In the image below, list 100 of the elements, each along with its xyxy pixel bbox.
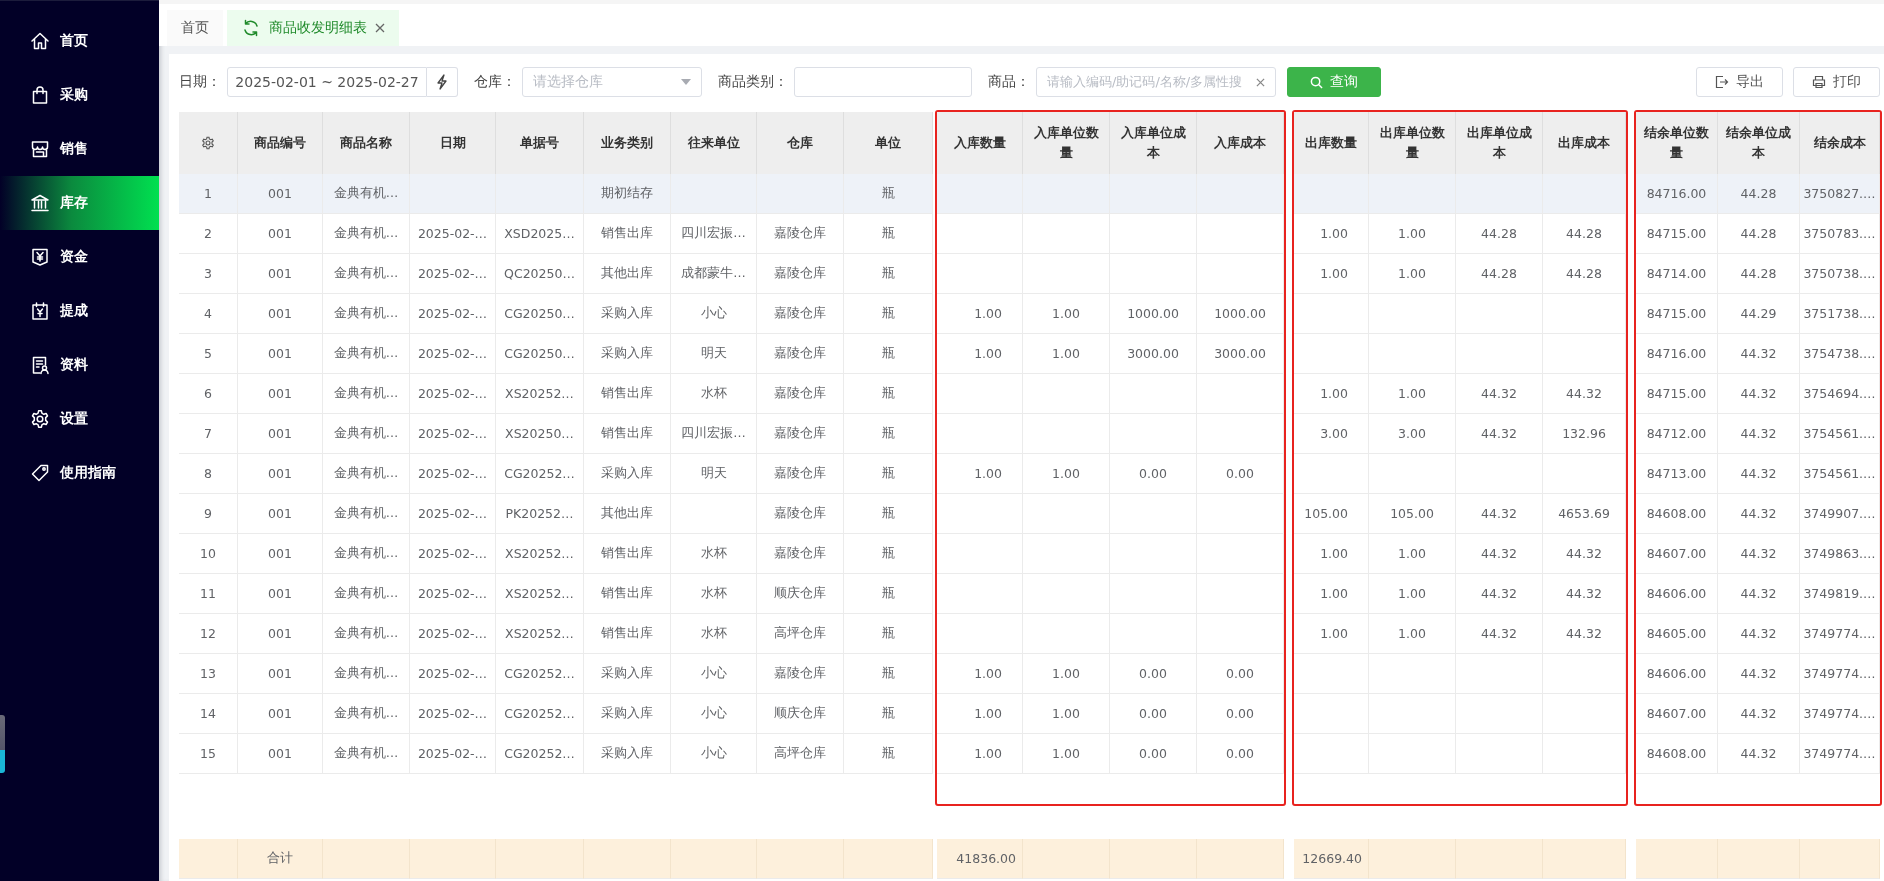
table-cell: 11 xyxy=(179,574,238,614)
field-label: 商品： xyxy=(988,73,1030,91)
sidebar-item[interactable]: 销售 xyxy=(0,122,159,176)
side-handle[interactable] xyxy=(0,715,5,773)
sidebar-item[interactable]: 提成 xyxy=(0,284,159,338)
field-label: 仓库： xyxy=(474,73,516,91)
date-range-field[interactable]: 2025-02-01 ~ 2025-02-27 xyxy=(227,67,427,97)
tab[interactable]: 首页 xyxy=(167,10,223,46)
table-cell: 8 xyxy=(179,454,238,494)
table-cell: 采购入库 xyxy=(584,334,671,374)
table-cell: 1.00 xyxy=(1023,654,1110,694)
table-cell: 嘉陵仓库 xyxy=(757,454,844,494)
column-header[interactable]: 日期 xyxy=(410,112,496,174)
column-header[interactable]: 出库数量 xyxy=(1294,112,1369,174)
table-cell: 13 xyxy=(179,654,238,694)
clear-icon[interactable] xyxy=(1256,77,1265,87)
table-cell: 44.32 xyxy=(1456,574,1543,614)
column-header[interactable]: 出库单位成本 xyxy=(1456,112,1543,174)
column-header[interactable]: 出库单位数量 xyxy=(1369,112,1456,174)
sidebar-item[interactable]: 采购 xyxy=(0,68,159,122)
table-cell: 001 xyxy=(238,174,323,214)
sidebar-item[interactable]: 使用指南 xyxy=(0,446,159,500)
table-cell: 84607.00 xyxy=(1636,534,1718,574)
table-cell: 3754561.… xyxy=(1800,454,1880,494)
table-cell: 1.00 xyxy=(937,694,1023,734)
table-cell: 3754694.… xyxy=(1800,374,1880,414)
table-cell: 嘉陵仓库 xyxy=(757,294,844,334)
table-cell: 小心 xyxy=(671,654,757,694)
column-header[interactable]: 结余单位成本 xyxy=(1718,112,1800,174)
table-cell: 001 xyxy=(238,254,323,294)
sidebar-item[interactable]: 库存 xyxy=(0,176,159,230)
table-cell: 金典有机… xyxy=(323,174,410,214)
table-cell: XS20252… xyxy=(496,534,584,574)
table-cell: 44.28 xyxy=(1718,174,1800,214)
column-header[interactable]: 入库成本 xyxy=(1197,112,1284,174)
table-cell: 金典有机… xyxy=(323,494,410,534)
table-cell: 1.00 xyxy=(1294,374,1369,414)
column-header[interactable]: 商品编号 xyxy=(238,112,323,174)
table-cell: 1.00 xyxy=(1294,534,1369,574)
column-header[interactable]: 结余成本 xyxy=(1800,112,1880,174)
column-header[interactable]: 单位 xyxy=(844,112,933,174)
table-cell: 001 xyxy=(238,654,323,694)
table-cell: 44.28 xyxy=(1543,254,1626,294)
tab[interactable]: 商品收发明细表 xyxy=(227,10,399,46)
column-header[interactable]: 单据号 xyxy=(496,112,584,174)
table-cell: 1.00 xyxy=(1023,334,1110,374)
settings-icon[interactable] xyxy=(201,136,215,150)
table-cell: 瓶 xyxy=(844,414,933,454)
table-cell: 销售出库 xyxy=(584,574,671,614)
table-cell: 0.00 xyxy=(1197,454,1284,494)
column-header[interactable]: 结余单位数量 xyxy=(1636,112,1718,174)
table-cell: 4653.69 xyxy=(1543,494,1626,534)
table-cell: 44.32 xyxy=(1718,694,1800,734)
table-cell: 瓶 xyxy=(844,654,933,694)
quick-date-button[interactable] xyxy=(427,67,458,97)
table-cell: 1.00 xyxy=(1294,614,1369,654)
sidebar-item[interactable]: 首页 xyxy=(0,14,159,68)
table-cell: 6 xyxy=(179,374,238,414)
table-cell: 44.32 xyxy=(1456,534,1543,574)
table-cell: 44.28 xyxy=(1456,254,1543,294)
export-button[interactable]: 导出 xyxy=(1696,67,1783,97)
table-cell: 3754738.… xyxy=(1800,334,1880,374)
table-cell: 小心 xyxy=(671,294,757,334)
table-cell: 高坪仓库 xyxy=(757,614,844,654)
table-cell: 9 xyxy=(179,494,238,534)
table-cell: 84712.00 xyxy=(1636,414,1718,454)
table-cell: 14 xyxy=(179,694,238,734)
close-icon[interactable] xyxy=(375,23,385,33)
sidebar-item[interactable]: 资料 xyxy=(0,338,159,392)
table-cell: 金典有机… xyxy=(323,654,410,694)
column-header[interactable]: 商品名称 xyxy=(323,112,410,174)
table-cell: 001 xyxy=(238,694,323,734)
table-cell: 44.29 xyxy=(1718,294,1800,334)
table-cell: 金典有机… xyxy=(323,294,410,334)
sidebar-item[interactable]: 设置 xyxy=(0,392,159,446)
table-cell: 金典有机… xyxy=(323,614,410,654)
column-header[interactable]: 往来单位 xyxy=(671,112,757,174)
column-header[interactable]: 出库成本 xyxy=(1543,112,1626,174)
column-header[interactable]: 入库数量 xyxy=(937,112,1023,174)
refresh-icon xyxy=(241,18,261,38)
column-header[interactable]: 入库单位数量 xyxy=(1023,112,1110,174)
table-cell: 2025-02-… xyxy=(410,614,496,654)
table-cell: 84715.00 xyxy=(1636,374,1718,414)
table-cell: 1000.00 xyxy=(1110,294,1197,334)
column-header[interactable]: 仓库 xyxy=(757,112,844,174)
column-header[interactable]: 入库单位成本 xyxy=(1110,112,1197,174)
print-button[interactable]: 打印 xyxy=(1793,67,1880,97)
table-cell: PK20252… xyxy=(496,494,584,534)
table-cell: 44.32 xyxy=(1718,494,1800,534)
column-header[interactable]: 业务类别 xyxy=(584,112,671,174)
table-cell: 销售出库 xyxy=(584,414,671,454)
table-cell: 嘉陵仓库 xyxy=(757,654,844,694)
table-cell: 瓶 xyxy=(844,454,933,494)
table-cell: 瓶 xyxy=(844,214,933,254)
category-field[interactable] xyxy=(794,67,972,97)
table-cell: 2025-02-… xyxy=(410,534,496,574)
table-cell: 金典有机… xyxy=(323,254,410,294)
sidebar-item[interactable]: 资金 xyxy=(0,230,159,284)
table-cell: 瓶 xyxy=(844,734,933,774)
table-cell: 1.00 xyxy=(937,294,1023,334)
